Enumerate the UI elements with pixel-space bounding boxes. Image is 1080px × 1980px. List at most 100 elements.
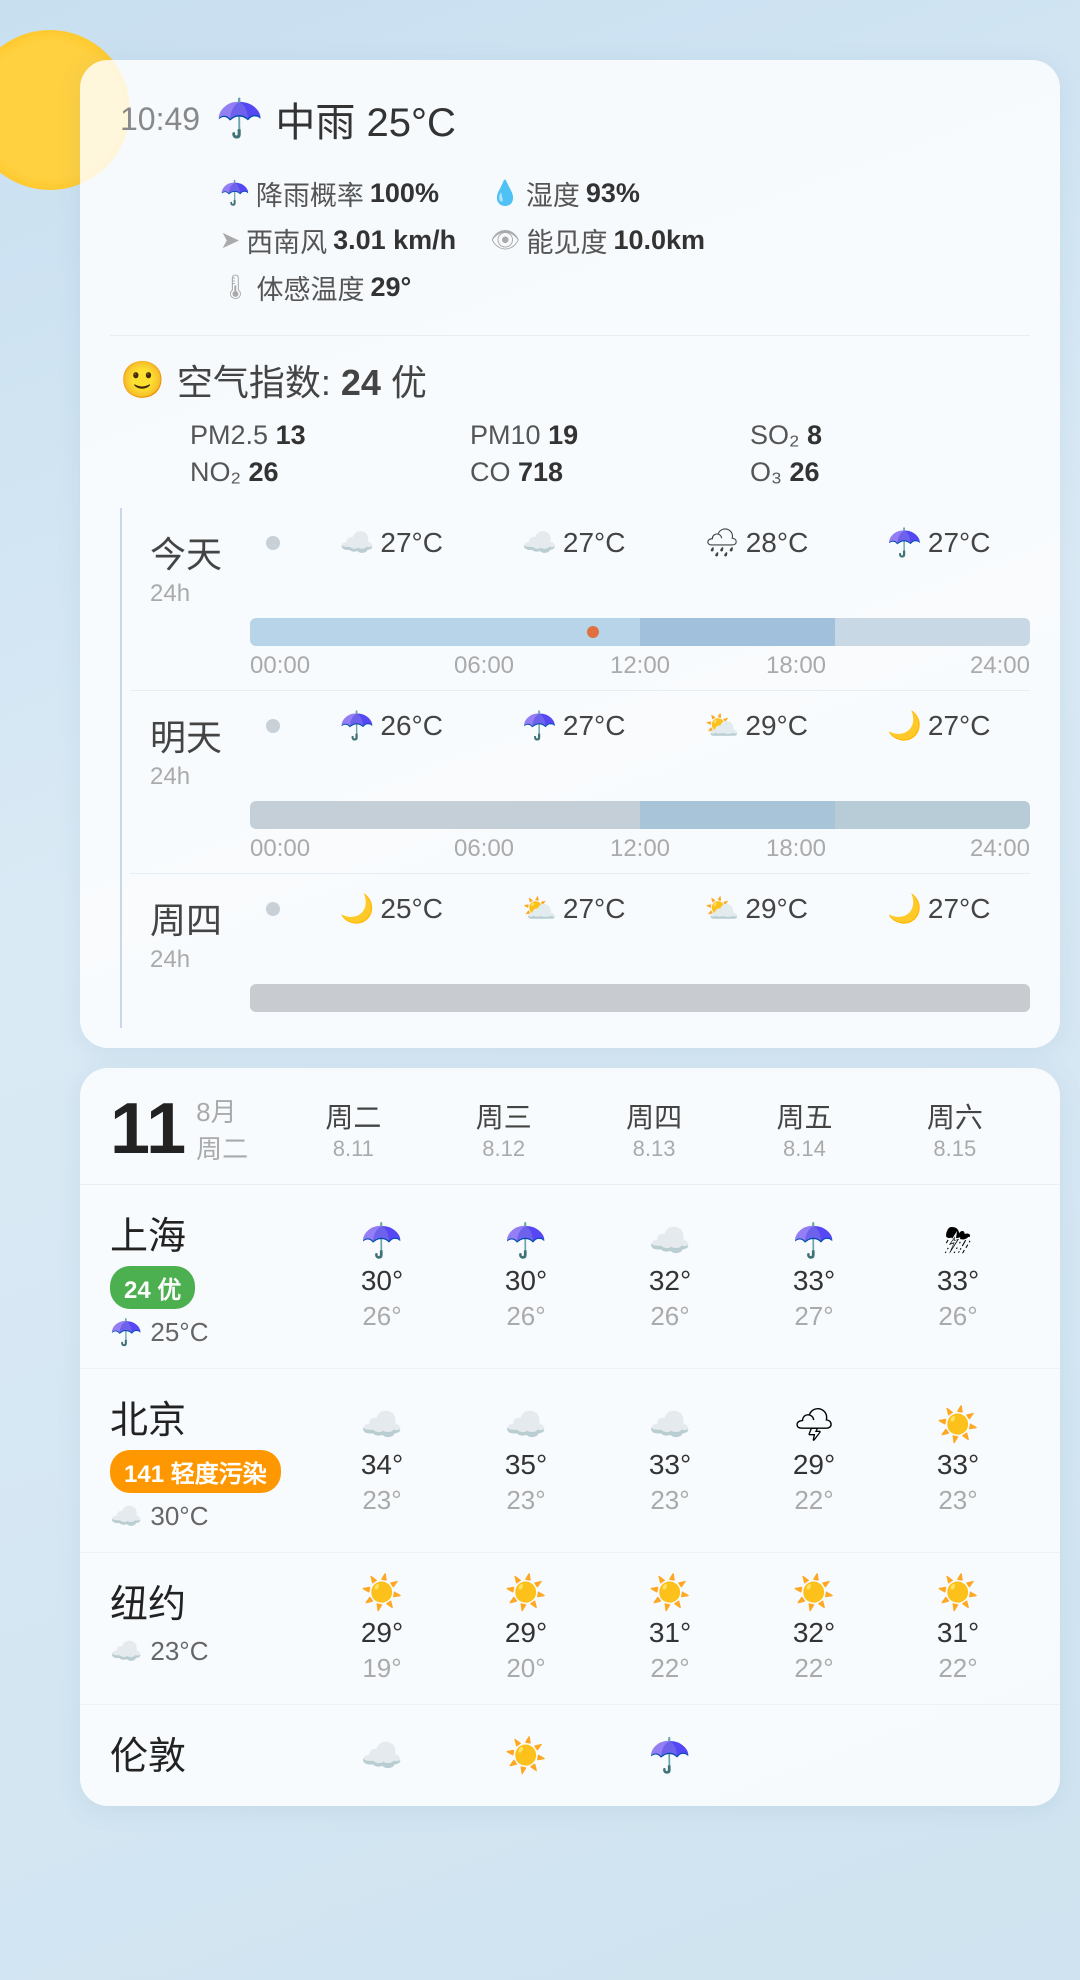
- feel-temp: 🌡 体感温度 29°: [220, 268, 490, 307]
- icon: ☁️: [505, 1405, 547, 1445]
- icon: ☂️: [361, 1221, 403, 1261]
- city-row-london[interactable]: 伦敦 ☁️ ☀️ ☂️: [80, 1705, 1060, 1806]
- hourly-forecast-section: 今天 24h ☁️27°C ☁️27°C 🌧28°C ☂️27°C: [110, 508, 1030, 1028]
- icon: ☀️: [649, 1573, 691, 1613]
- newyork-days: ☀️ 29° 19° ☀️ 29° 20° ☀️ 31° 22° ☀️ 32° …: [310, 1573, 1030, 1684]
- beijing-aqi-badge: 141 轻度污染: [110, 1450, 281, 1493]
- rain-icon: ☂️: [220, 179, 250, 208]
- today-temp-3: ☂️27°C: [848, 526, 1031, 559]
- icon: ☀️: [505, 1736, 547, 1776]
- beijing-info: 北京 141 轻度污染 ☁️ 30°C: [110, 1389, 310, 1532]
- icon: ☀️: [937, 1573, 979, 1613]
- newyork-day-4: ☀️ 31° 22°: [886, 1573, 1030, 1684]
- col-thu: 周四 8.13: [579, 1096, 729, 1162]
- no2: NO₂ 26: [190, 457, 470, 488]
- col-sat: 周六 8.15: [880, 1096, 1030, 1162]
- beijing-current: ☁️ 30°C: [110, 1501, 310, 1532]
- city-row-shanghai[interactable]: 上海 24 优 ☂️ 25°C ☂️ 30° 26° ☂️ 30° 26° ☁️…: [80, 1185, 1060, 1369]
- weather-details: ☂️ 降雨概率 100% 💧 湿度 93% ➤ 西南风 3.01 km/h 👁 …: [110, 166, 1030, 315]
- thu-temp-3: 🌙27°C: [848, 892, 1031, 925]
- london-info: 伦敦: [110, 1725, 310, 1786]
- rain-prob: ☂️ 降雨概率 100%: [220, 174, 490, 213]
- thu-forecast: 周四 24h 🌙25°C ⛅27°C ⛅29°C 🌙27°C: [130, 873, 1030, 1028]
- pm25: PM2.5 13: [190, 420, 470, 451]
- thu-temp-0: 🌙25°C: [300, 892, 483, 925]
- date-sub: 8月 周二: [196, 1092, 248, 1166]
- beijing-cloud-icon: ☁️: [110, 1501, 142, 1532]
- newyork-day-3: ☀️ 32° 22°: [742, 1573, 886, 1684]
- london-days: ☁️ ☀️ ☂️: [310, 1725, 1030, 1786]
- wind: ➤ 西南风 3.01 km/h: [220, 221, 490, 260]
- aqi-label: 空气指数: 24 优: [177, 354, 427, 406]
- shanghai-day-0: ☂️ 30° 26°: [310, 1205, 454, 1348]
- today-time-labels: 00:0006:0012:0018:0024:00: [150, 652, 1030, 680]
- tomorrow-temp-2: ⛅29°C: [665, 709, 848, 742]
- main-weather-card: 10:49 ☂️ 中雨 25°C ☂️ 降雨概率 100% 💧 湿度 93% ➤…: [80, 60, 1060, 1048]
- table-header: 11 8月 周二 周二 8.11 周三 8.12 周四 8.13 周五 8.14: [80, 1068, 1060, 1185]
- today-label: 今天: [150, 526, 250, 578]
- thu-temps: 🌙25°C ⛅27°C ⛅29°C 🌙27°C: [300, 892, 1030, 925]
- city-row-newyork[interactable]: 纽约 ☁️ 23°C ☀️ 29° 19° ☀️ 29° 20° ☀️ 31° …: [80, 1553, 1060, 1705]
- icon: ☁️: [361, 1736, 403, 1776]
- humidity-icon: 💧: [490, 179, 520, 208]
- current-weather-row: 10:49 ☂️ 中雨 25°C: [110, 90, 1030, 148]
- eye-icon: 👁: [490, 226, 520, 255]
- co: CO 718: [470, 457, 750, 488]
- today-sub: 24h: [150, 580, 250, 608]
- shanghai-day-4: ⛈ 33° 26°: [886, 1205, 1030, 1348]
- icon: ☀️: [505, 1573, 547, 1613]
- tomorrow-temp-0: ☂️26°C: [300, 709, 483, 742]
- tomorrow-label: 明天: [150, 709, 250, 761]
- icon: ☁️: [649, 1405, 691, 1445]
- today-temp-1: ☁️27°C: [483, 526, 666, 559]
- city-row-beijing[interactable]: 北京 141 轻度污染 ☁️ 30°C ☁️ 34° 23° ☁️ 35° 23…: [80, 1369, 1060, 1553]
- today-temps: ☁️27°C ☁️27°C 🌧28°C ☂️27°C: [300, 526, 1030, 559]
- col-tue: 周二 8.11: [278, 1096, 428, 1162]
- thermometer-icon: 🌡: [220, 273, 250, 302]
- beijing-day-0: ☁️ 34° 23°: [310, 1389, 454, 1532]
- tomorrow-temps: ☂️26°C ☂️27°C ⛅29°C 🌙27°C: [300, 709, 1030, 742]
- shanghai-days: ☂️ 30° 26° ☂️ 30° 26° ☁️ 32° 26° ☂️ 33° …: [310, 1205, 1030, 1348]
- thu-bar: [250, 984, 1030, 1012]
- icon: ☀️: [937, 1405, 979, 1445]
- thu-temp-2: ⛅29°C: [665, 892, 848, 925]
- aqi-section: 🙂 空气指数: 24 优 PM2.5 13 PM10 19 SO₂ 8 NO₂ …: [110, 335, 1030, 498]
- current-weather-desc: 中雨 25°C: [275, 90, 456, 148]
- newyork-day-1: ☀️ 29° 20°: [454, 1573, 598, 1684]
- icon: ☂️: [793, 1221, 835, 1261]
- shanghai-info: 上海 24 优 ☂️ 25°C: [110, 1205, 310, 1348]
- current-weather-icon: ☂️: [216, 97, 263, 141]
- aqi-face-icon: 🙂: [120, 359, 165, 401]
- shanghai-aqi-badge: 24 优: [110, 1266, 195, 1309]
- o3: O₃ 26: [750, 457, 1030, 488]
- icon: ⛈: [944, 1222, 971, 1261]
- beijing-day-1: ☁️ 35° 23°: [454, 1389, 598, 1532]
- bar-seg-0: [250, 618, 445, 646]
- beijing-days: ☁️ 34° 23° ☁️ 35° 23° ☁️ 33° 23° 🌩 29° 2…: [310, 1389, 1030, 1532]
- tomorrow-temp-1: ☂️27°C: [483, 709, 666, 742]
- shanghai-day-3: ☂️ 33° 27°: [742, 1205, 886, 1348]
- newyork-info: 纽约 ☁️ 23°C: [110, 1573, 310, 1684]
- thu-dot: [266, 902, 280, 916]
- newyork-cloud-icon: ☁️: [110, 1636, 142, 1667]
- newyork-day-2: ☀️ 31° 22°: [598, 1573, 742, 1684]
- thu-temp-1: ⛅27°C: [483, 892, 666, 925]
- wind-icon: ➤: [220, 226, 240, 255]
- tomorrow-time-labels: 00:0006:0012:0018:0024:00: [150, 835, 1030, 863]
- london-day-2: ☂️: [598, 1725, 742, 1786]
- london-day-0: ☁️: [310, 1725, 454, 1786]
- current-time: 10:49: [120, 101, 200, 138]
- current-time-dot: [587, 626, 599, 638]
- today-forecast: 今天 24h ☁️27°C ☁️27°C 🌧28°C ☂️27°C: [130, 508, 1030, 690]
- tomorrow-bar: [250, 801, 1030, 829]
- today-bar-container: [250, 618, 1030, 646]
- visibility: 👁 能见度 10.0km: [490, 221, 760, 260]
- icon: ☁️: [361, 1405, 403, 1445]
- bar-seg-3: [835, 618, 1030, 646]
- icon: ☀️: [361, 1573, 403, 1613]
- icon: ☂️: [649, 1736, 691, 1776]
- shanghai-day-2: ☁️ 32° 26°: [598, 1205, 742, 1348]
- beijing-day-3: 🌩 29° 22°: [742, 1389, 886, 1532]
- icon: ☀️: [793, 1573, 835, 1613]
- shanghai-current: ☂️ 25°C: [110, 1317, 310, 1348]
